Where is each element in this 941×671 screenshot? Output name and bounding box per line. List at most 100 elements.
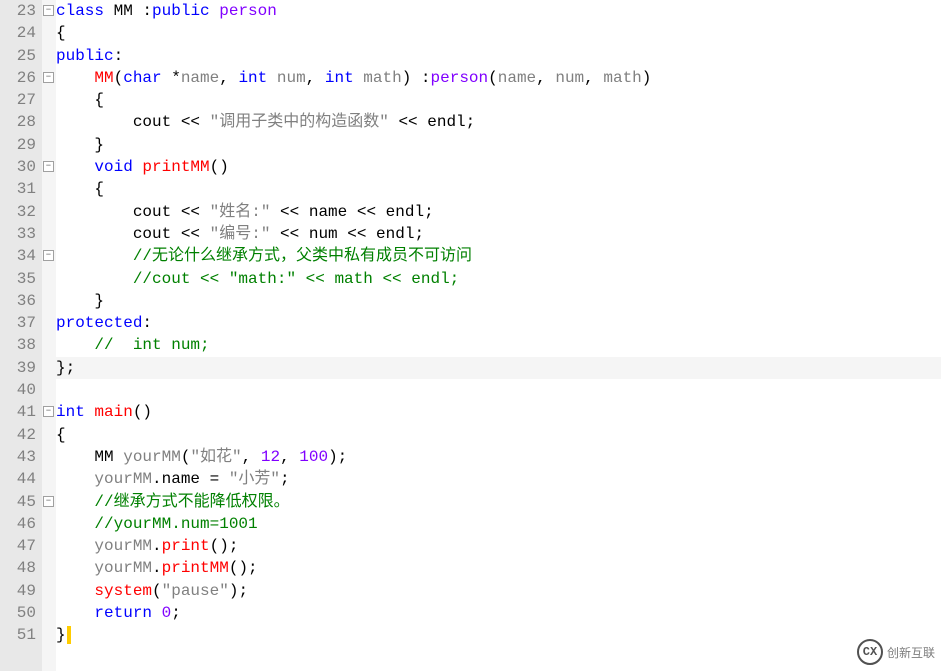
code-line[interactable]: } [56, 290, 941, 312]
token-ident: : [142, 2, 152, 20]
code-line[interactable]: class MM :public person [56, 0, 941, 22]
token-ident: ( [488, 69, 498, 87]
token-ident: cout << [56, 225, 210, 243]
token-gray: yourMM [94, 470, 152, 488]
token-ident: cout << [56, 113, 210, 131]
code-line[interactable]: { [56, 424, 941, 446]
token-ident: () [210, 158, 229, 176]
token-ident [56, 247, 133, 265]
token-str: "调用子类中的构造函数" [210, 113, 389, 131]
token-ident: } [56, 136, 104, 154]
code-line[interactable]: yourMM.print(); [56, 535, 941, 557]
line-number: 32 [0, 201, 38, 223]
line-number: 33 [0, 223, 38, 245]
code-line[interactable]: } [56, 134, 941, 156]
token-ident: , [306, 69, 325, 87]
token-ident [267, 69, 277, 87]
token-ident: ; [171, 604, 181, 622]
token-ident: MM [56, 448, 123, 466]
token-ident [56, 470, 94, 488]
line-number: 24 [0, 22, 38, 44]
token-str: "pause" [162, 582, 229, 600]
token-ident: ) [642, 69, 652, 87]
code-line[interactable]: } [56, 624, 941, 646]
token-fn-red: printMM [142, 158, 209, 176]
code-line[interactable]: void printMM() [56, 156, 941, 178]
fold-toggle-icon[interactable]: − [43, 161, 54, 172]
line-number: 38 [0, 334, 38, 356]
code-line[interactable]: yourMM.name = "小芳"; [56, 468, 941, 490]
token-ident [56, 537, 94, 555]
code-line[interactable]: { [56, 22, 941, 44]
token-ident [56, 559, 94, 577]
code-area[interactable]: class MM :public person{public: MM(char … [56, 0, 941, 671]
code-editor[interactable]: 2324252627282930313233343536373839404142… [0, 0, 941, 671]
token-ident: { [56, 91, 104, 109]
code-line[interactable]: // int num; [56, 334, 941, 356]
code-line[interactable]: { [56, 178, 941, 200]
code-line[interactable]: public: [56, 45, 941, 67]
code-line[interactable] [56, 379, 941, 401]
token-ident: . [152, 537, 162, 555]
token-ident: : [142, 314, 152, 332]
code-line[interactable]: cout << "调用子类中的构造函数" << endl; [56, 111, 941, 133]
fold-toggle-icon[interactable]: − [43, 250, 54, 261]
line-number: 42 [0, 424, 38, 446]
line-number: 23 [0, 0, 38, 22]
token-str: "小芳" [229, 470, 280, 488]
token-ident [56, 582, 94, 600]
token-ident: }; [56, 359, 75, 377]
token-ident: ; [280, 470, 290, 488]
token-kw-blue: void [94, 158, 132, 176]
token-kw-blue: protected [56, 314, 142, 332]
line-number: 25 [0, 45, 38, 67]
code-line[interactable]: //cout << "math:" << math << endl; [56, 268, 941, 290]
line-number: 35 [0, 268, 38, 290]
token-ident [56, 493, 94, 511]
token-ident [56, 604, 94, 622]
code-line[interactable]: yourMM.printMM(); [56, 557, 941, 579]
line-number: 48 [0, 557, 38, 579]
line-number: 39 [0, 357, 38, 379]
token-kw-blue: return [94, 604, 152, 622]
token-kw-blue: public [56, 47, 114, 65]
token-ident: ( [181, 448, 191, 466]
token-ident: , [536, 69, 555, 87]
token-ident: ) : [402, 69, 431, 87]
line-number: 43 [0, 446, 38, 468]
fold-column[interactable]: − − − − − − [42, 0, 56, 671]
token-comment: //无论什么继承方式，父类中私有成员不可访问 [133, 247, 472, 265]
code-line[interactable]: system("pause"); [56, 580, 941, 602]
code-line[interactable]: { [56, 89, 941, 111]
code-line[interactable]: }; [56, 357, 941, 379]
code-line[interactable]: MM yourMM("如花", 12, 100); [56, 446, 941, 468]
token-fn-red: main [94, 403, 132, 421]
watermark-logo-icon: CX [857, 639, 883, 665]
token-gray: math [363, 69, 401, 87]
code-line[interactable]: int main() [56, 401, 941, 423]
code-line[interactable]: //yourMM.num=1001 [56, 513, 941, 535]
line-number: 27 [0, 89, 38, 111]
code-line[interactable]: protected: [56, 312, 941, 334]
line-number-gutter: 2324252627282930313233343536373839404142… [0, 0, 42, 671]
token-ident [56, 515, 94, 533]
code-line[interactable]: //继承方式不能降低权限。 [56, 491, 941, 513]
token-fn-red: system [94, 582, 152, 600]
code-line[interactable]: return 0; [56, 602, 941, 624]
code-line[interactable]: cout << "编号:" << num << endl; [56, 223, 941, 245]
fold-toggle-icon[interactable]: − [43, 5, 54, 16]
fold-toggle-icon[interactable]: − [43, 406, 54, 417]
line-number: 37 [0, 312, 38, 334]
fold-toggle-icon[interactable]: − [43, 496, 54, 507]
code-line[interactable]: //无论什么继承方式，父类中私有成员不可访问 [56, 245, 941, 267]
fold-toggle-icon[interactable]: − [43, 72, 54, 83]
token-ident: ); [328, 448, 347, 466]
token-ident: . [152, 559, 162, 577]
token-ident: { [56, 426, 66, 444]
token-ident: , [219, 69, 238, 87]
line-number: 28 [0, 111, 38, 133]
code-line[interactable]: MM(char *name, int num, int math) :perso… [56, 67, 941, 89]
code-line[interactable]: cout << "姓名:" << name << endl; [56, 201, 941, 223]
line-number: 30 [0, 156, 38, 178]
line-number: 50 [0, 602, 38, 624]
